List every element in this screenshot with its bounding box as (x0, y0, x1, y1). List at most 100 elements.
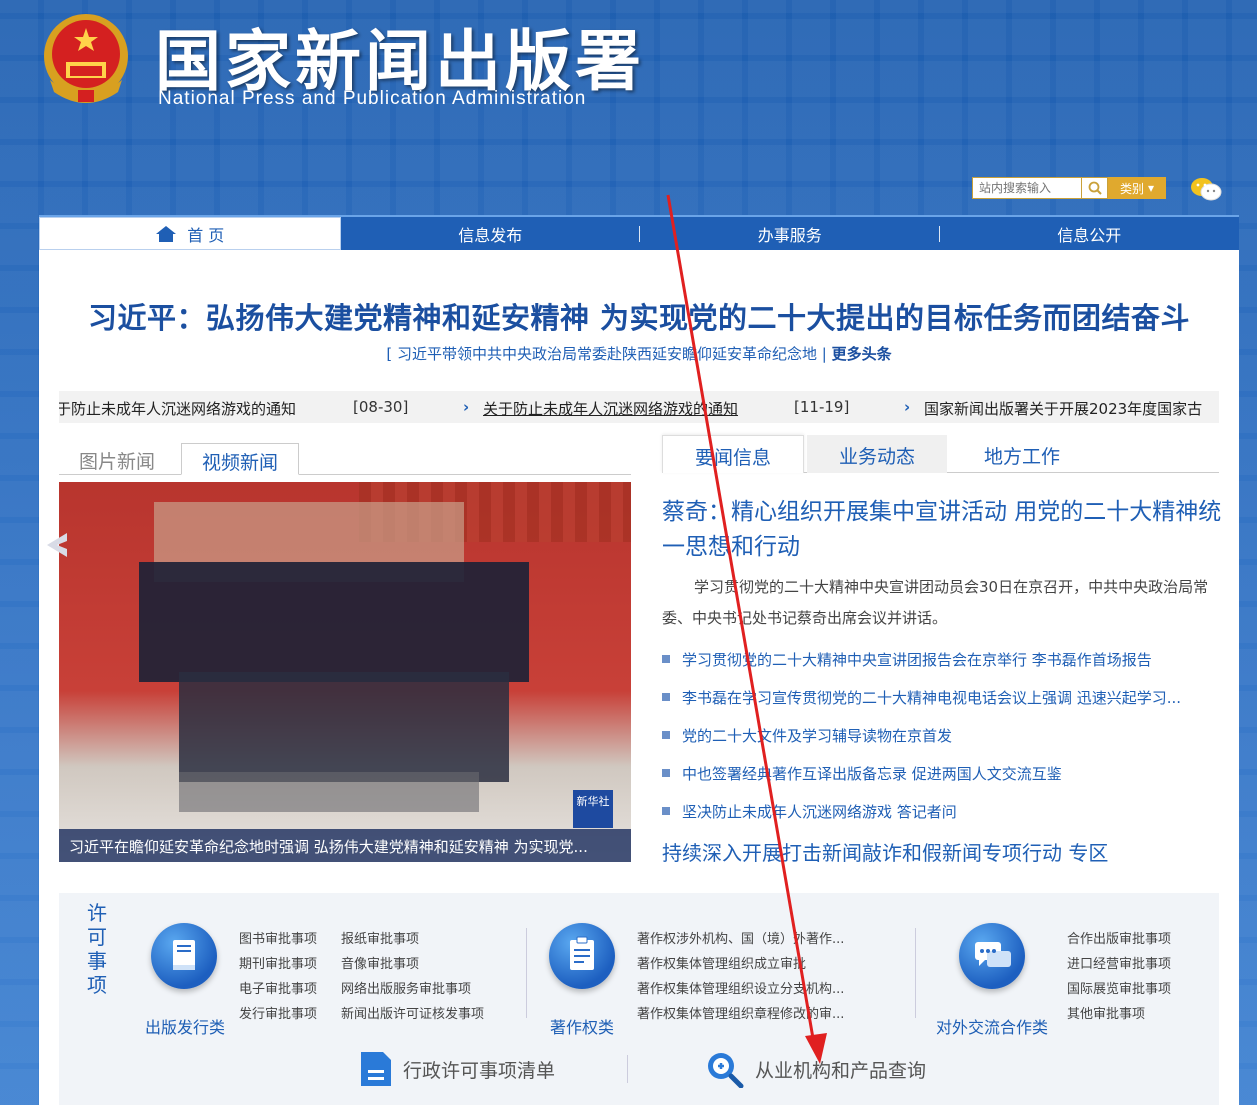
nav-services[interactable]: 办事服务 (640, 217, 940, 250)
category-label: 类别 (1119, 181, 1144, 196)
institution-query-label: 从业机构和产品查询 (755, 1059, 927, 1082)
permission-link[interactable]: 新闻出版许可证核发事项 (341, 1003, 484, 1022)
bullet-icon (662, 655, 670, 663)
permission-list-button[interactable]: 行政许可事项清单 (359, 1050, 555, 1088)
xinhua-watermark: 新华社 (573, 790, 613, 828)
copyright-category-button[interactable] (549, 923, 615, 989)
permission-link[interactable]: 图书审批事项 (239, 928, 317, 947)
title-char: 可 (87, 925, 107, 949)
permission-link[interactable]: 网络出版服务审批事项 (341, 978, 471, 997)
list-item[interactable]: 李书磊在学习宣传贯彻党的二十大精神电视电话会议上强调 迅速兴起学习... (662, 678, 1219, 716)
list-item[interactable]: 中也签署经典著作互译出版备忘录 促进两国人文交流互鉴 (662, 754, 1219, 792)
clipboard-icon (570, 936, 594, 970)
search-icon (1088, 181, 1102, 195)
document-icon (361, 1052, 391, 1086)
wechat-icon[interactable] (1190, 176, 1222, 202)
special-topic-link[interactable]: 持续深入开展打击新闻敲诈和假新闻专项行动 专区 (662, 837, 1108, 866)
top-story-summary: 学习贯彻党的二十大精神中央宣讲团动员会30日在京召开，中共中央政治局常委、中央书… (662, 578, 1209, 627)
exchange-category-label[interactable]: 对外交流合作类 (936, 1014, 1048, 1038)
list-item[interactable]: 坚决防止未成年人沉迷网络游戏 答记者问 (662, 792, 1219, 830)
nav-home[interactable]: 首 页 (39, 217, 341, 250)
chevron-down-icon: ▾ (1147, 181, 1155, 195)
prev-arrow-icon[interactable] (41, 530, 71, 560)
search-input[interactable] (972, 177, 1082, 199)
search-button[interactable] (1082, 177, 1108, 199)
exchange-category-button[interactable] (959, 923, 1025, 989)
permission-link[interactable]: 进口经营审批事项 (1067, 953, 1171, 972)
bullet-icon (662, 693, 670, 701)
ticker-item[interactable]: 国家新闻出版署关于开展2023年度国家古 (924, 398, 1202, 419)
title-char: 事 (87, 949, 107, 973)
institution-query-button[interactable]: 从业机构和产品查询 (705, 1050, 926, 1088)
permission-link[interactable]: 著作权涉外机构、国（境）外著作... (637, 928, 844, 947)
tab-key-news[interactable]: 要闻信息 (662, 435, 805, 473)
news-ticker: 关于防止未成年人沉迷网络游戏的通知 [08-30] › 关于防止未成年人沉迷网络… (59, 391, 1219, 423)
bullet-icon (662, 807, 670, 815)
list-item[interactable]: 学习贯彻党的二十大精神中央宣讲团报告会在京举行 李书磊作首场报告 (662, 640, 1219, 678)
video-player[interactable]: 新华社 习近平在瞻仰延安革命纪念地时强调 弘扬伟大建党精神和延安精神 为实现党.… (59, 482, 631, 862)
permission-link[interactable]: 电子审批事项 (239, 978, 317, 997)
title-char: 许 (87, 901, 107, 925)
permission-link[interactable]: 报纸审批事项 (341, 928, 419, 947)
news-list: 学习贯彻党的二十大精神中央宣讲团报告会在京举行 李书磊作首场报告 李书磊在学习宣… (662, 640, 1219, 830)
tab-photo-news[interactable]: 图片新闻 (59, 443, 175, 475)
ticker-date: [11-19] (794, 398, 850, 416)
list-item-text: 学习贯彻党的二十大精神中央宣讲团报告会在京举行 李书磊作首场报告 (682, 650, 1152, 669)
video-figure (139, 562, 529, 682)
nav-info-public-label: 信息公开 (1057, 225, 1122, 245)
media-tabs: 图片新闻 视频新闻 (59, 443, 631, 475)
main-nav: 首 页 信息发布 办事服务 信息公开 (39, 215, 1239, 250)
divider (627, 1055, 628, 1083)
nav-info-public[interactable]: 信息公开 (940, 217, 1240, 250)
emblem-icon (44, 14, 128, 103)
publishing-category-button[interactable] (151, 923, 217, 989)
permission-link[interactable]: 发行审批事项 (239, 1003, 317, 1022)
top-story-title[interactable]: 蔡奇：精心组织开展集中宣讲活动 用党的二十大精神统一思想和行动 (662, 495, 1222, 565)
permission-link[interactable]: 国际展览审批事项 (1067, 978, 1171, 997)
ticker-date: [08-30] (353, 398, 409, 416)
permission-link[interactable]: 著作权集体管理组织章程修改的审... (637, 1003, 844, 1022)
tab-business[interactable]: 业务动态 (807, 435, 948, 473)
tab-local[interactable]: 地方工作 (952, 435, 1092, 473)
home-icon (156, 225, 177, 242)
magnifier-icon (708, 1053, 744, 1088)
nav-info-release[interactable]: 信息发布 (341, 217, 641, 250)
ticker-item[interactable]: 关于防止未成年人沉迷网络游戏的通知 (483, 398, 738, 419)
headline-sub: [ 习近平带领中共中央政治局常委赴陕西延安瞻仰延安革命纪念地 | 更多头条 (39, 343, 1239, 364)
list-item-text: 坚决防止未成年人沉迷网络游戏 答记者问 (682, 802, 957, 821)
chevron-right-icon: › (904, 398, 911, 416)
video-caption[interactable]: 习近平在瞻仰延安革命纪念地时强调 弘扬伟大建党精神和延安精神 为实现党... (59, 829, 631, 862)
video-figure (179, 772, 479, 812)
category-dropdown[interactable]: 类别 ▾ (1108, 177, 1166, 199)
permission-list-label: 行政许可事项清单 (403, 1059, 556, 1082)
permissions-section: 许 可 事 项 出版发行类 图书审批事项 报纸审批事项 期刊审批事项 音像审批事… (59, 893, 1219, 1105)
permission-link[interactable]: 期刊审批事项 (239, 953, 317, 972)
publishing-category-label[interactable]: 出版发行类 (145, 1014, 225, 1038)
list-item-text: 中也签署经典著作互译出版备忘录 促进两国人文交流互鉴 (682, 764, 1062, 783)
permission-link[interactable]: 音像审批事项 (341, 953, 419, 972)
headline-title[interactable]: 习近平：弘扬伟大建党精神和延安精神 为实现党的二十大提出的目标任务而团结奋斗 (39, 295, 1239, 337)
permission-link[interactable]: 著作权集体管理组织设立分支机构... (637, 978, 844, 997)
list-item[interactable]: 党的二十大文件及学习辅导读物在京首发 (662, 716, 1219, 754)
nav-services-label: 办事服务 (757, 225, 822, 245)
title-char: 项 (87, 973, 107, 997)
site-subtitle: National Press and Publication Administr… (158, 88, 587, 109)
permissions-title: 许 可 事 项 (85, 901, 109, 997)
permission-link[interactable]: 其他审批事项 (1067, 1003, 1145, 1022)
permission-link[interactable]: 著作权集体管理组织成立审批 (637, 953, 806, 972)
divider (915, 928, 916, 1018)
search-bar: 类别 ▾ (972, 177, 1166, 199)
permission-link[interactable]: 合作出版审批事项 (1067, 928, 1171, 947)
bullet-icon (662, 769, 670, 777)
list-item-text: 李书磊在学习宣传贯彻党的二十大精神电视电话会议上强调 迅速兴起学习... (682, 688, 1182, 707)
book-icon (173, 940, 195, 970)
divider (526, 928, 527, 1018)
ticker-item[interactable]: 关于防止未成年人沉迷网络游戏的通知 (59, 398, 296, 419)
chat-icon (975, 942, 1011, 967)
tab-video-news[interactable]: 视频新闻 (181, 443, 300, 475)
nav-info-release-label: 信息发布 (458, 225, 523, 245)
bullet-icon (662, 731, 670, 739)
headline-sub-text[interactable]: [ 习近平带领中共中央政治局常委赴陕西延安瞻仰延安革命纪念地 | (386, 345, 826, 363)
more-headlines-link[interactable]: 更多头条 (832, 345, 892, 363)
copyright-category-label[interactable]: 著作权类 (550, 1014, 614, 1038)
